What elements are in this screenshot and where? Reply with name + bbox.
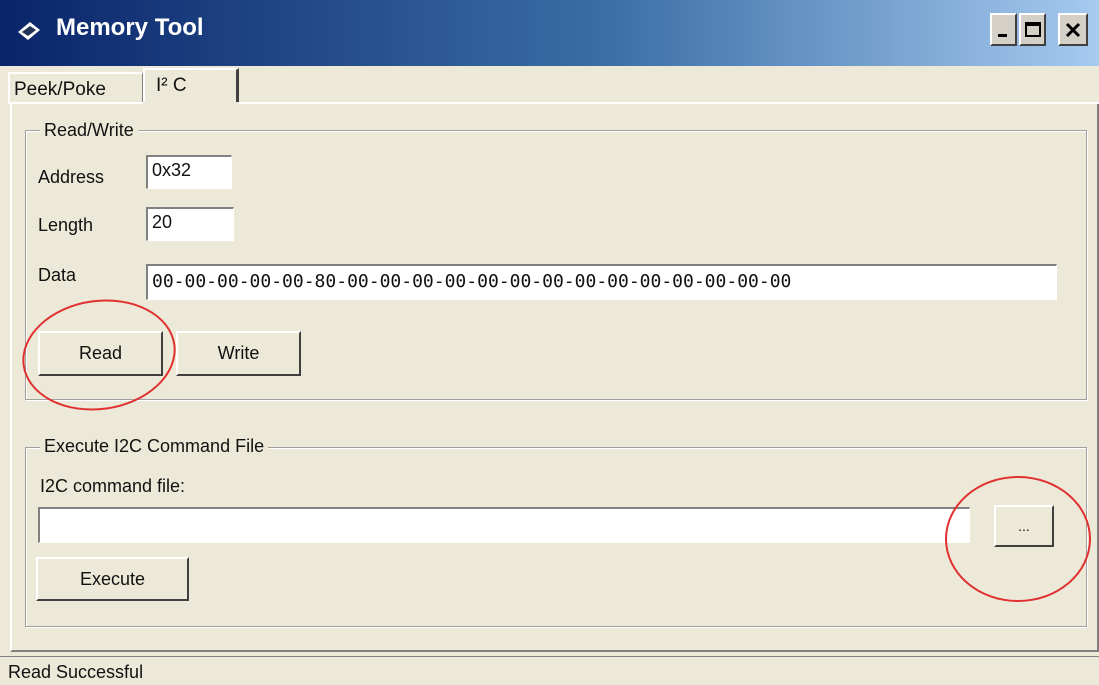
execute-button-label: Execute [79, 568, 146, 589]
read-button[interactable]: Read [38, 331, 163, 376]
execute-button[interactable]: Execute [36, 557, 189, 601]
execute-legend: Execute I2C Command File [40, 436, 269, 457]
window-title: Memory Tool [56, 14, 204, 41]
address-label: Address [38, 167, 105, 187]
tab-i2c[interactable]: I² C [143, 68, 239, 102]
command-file-field[interactable] [38, 507, 970, 543]
status-text: Read Successful [8, 662, 144, 682]
close-icon [1065, 22, 1081, 38]
data-label: Data [38, 265, 77, 285]
read-write-legend: Read/Write [40, 120, 138, 141]
maximize-icon [1025, 22, 1041, 37]
read-button-label: Read [78, 343, 123, 363]
browse-button-label: ... [1018, 518, 1030, 534]
tab-label: Peek/Poke [14, 79, 106, 100]
write-button[interactable]: Write [176, 331, 301, 376]
address-field[interactable]: 0x32 [146, 155, 232, 189]
chip-icon [18, 22, 40, 40]
tab-label: I² C [156, 75, 187, 96]
data-field[interactable]: 00-00-00-00-00-80-00-00-00-00-00-00-00-0… [146, 264, 1057, 300]
write-button-label: Write [217, 343, 260, 363]
length-field[interactable]: 20 [146, 207, 234, 241]
browse-button[interactable]: ... [994, 505, 1054, 547]
title-bar[interactable]: Memory Tool [0, 0, 1099, 66]
close-button[interactable] [1058, 13, 1088, 46]
minimize-button[interactable] [990, 13, 1017, 46]
status-bar: Read Successful [0, 656, 1099, 685]
maximize-button[interactable] [1019, 13, 1046, 46]
minimize-icon [998, 34, 1007, 37]
command-file-label: I2C command file: [40, 476, 186, 496]
length-label: Length [38, 215, 94, 235]
tab-peek-poke[interactable]: Peek/Poke [8, 72, 143, 104]
